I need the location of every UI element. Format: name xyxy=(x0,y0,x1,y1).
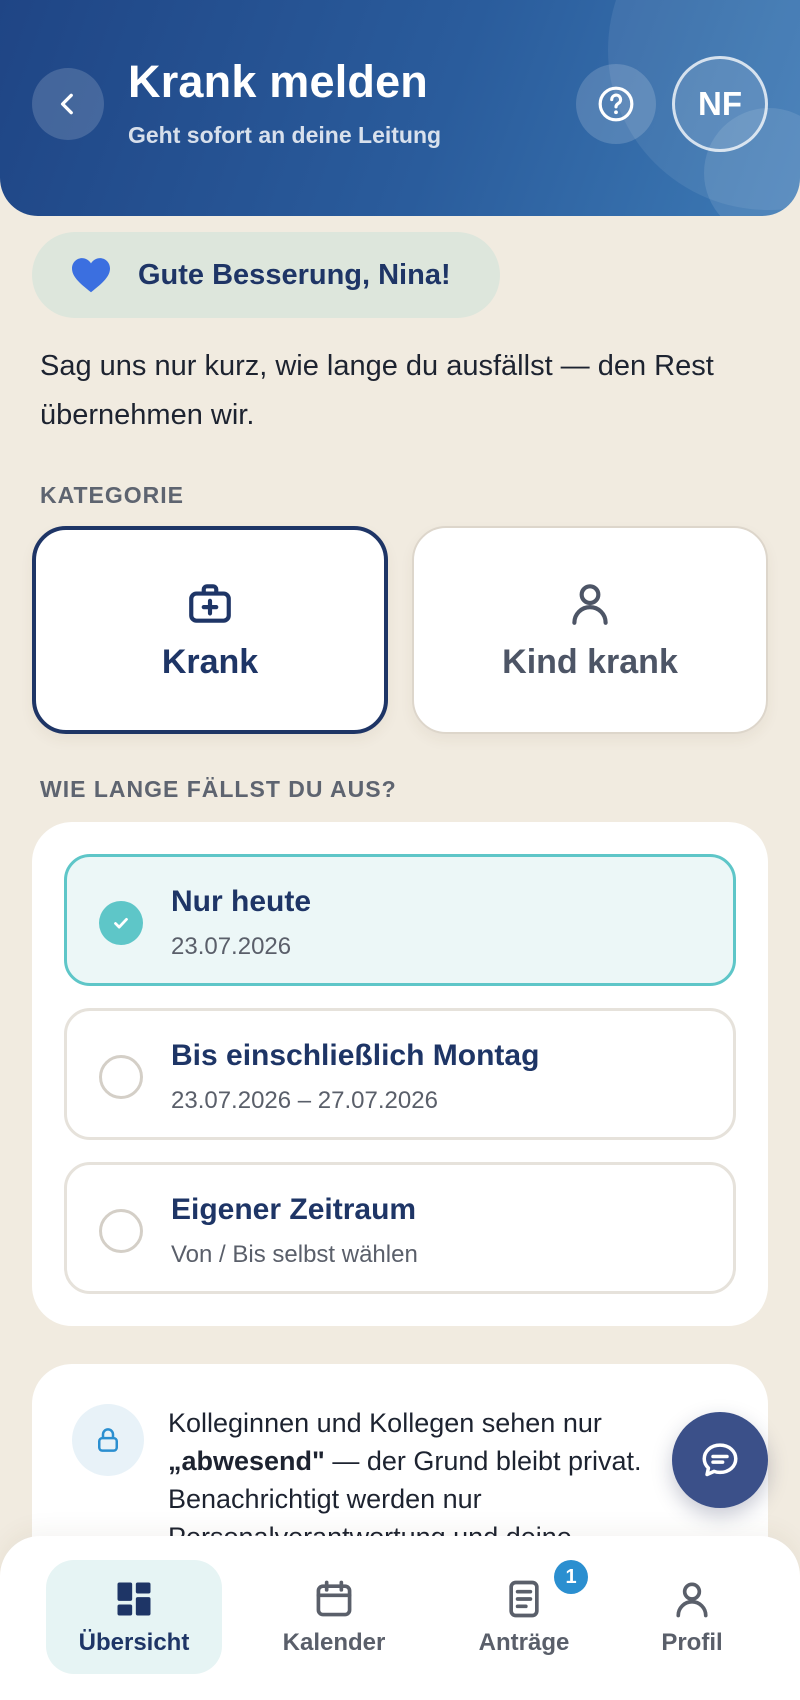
category-option-kind-krank[interactable]: Kind krank xyxy=(412,526,768,734)
duration-option-custom[interactable]: Eigener Zeitraum Von / Bis selbst wählen xyxy=(64,1162,736,1294)
nav-item-kalender[interactable]: Kalender xyxy=(254,1560,414,1674)
radio-checked[interactable] xyxy=(99,901,143,945)
check-icon xyxy=(114,917,128,929)
privacy-text: Kolleginnen und Kollegen sehen nur „abwe… xyxy=(168,1404,748,1556)
chat-bubble-icon xyxy=(702,1443,738,1477)
privacy-line: „abwesend" — der Grund bleibt privat. xyxy=(168,1442,748,1480)
option-subtitle: Von / Bis selbst wählen xyxy=(171,1241,418,1268)
privacy-line: Benachrichtigt werden nur xyxy=(168,1484,482,1514)
notification-badge: 1 xyxy=(554,1560,588,1594)
duration-option-until-monday[interactable]: Bis einschließlich Montag 23.07.2026 – 2… xyxy=(64,1008,736,1140)
nav-item-uebersicht[interactable]: Übersicht xyxy=(46,1560,222,1674)
privacy-line: Kolleginnen und Kollegen sehen nur xyxy=(168,1408,602,1438)
heart-icon xyxy=(72,258,110,293)
medical-kit-icon xyxy=(189,583,231,623)
option-title: Bis einschließlich Montag xyxy=(171,1039,540,1072)
option-subtitle: 23.07.2026 – 27.07.2026 xyxy=(171,1087,438,1114)
category-label-krank: Krank xyxy=(161,642,259,681)
duration-option-today[interactable]: Nur heute 23.07.2026 xyxy=(64,854,736,986)
nav-label: Anträge xyxy=(478,1629,570,1656)
calendar-icon xyxy=(316,1580,352,1617)
page-subtitle: Geht sofort an deine Leitung xyxy=(128,122,442,148)
back-button[interactable] xyxy=(32,68,104,140)
option-subtitle: 23.07.2026 xyxy=(171,933,292,960)
radio-unchecked[interactable] xyxy=(99,1055,143,1099)
duration-card: Nur heute 23.07.2026 Bis einschließlich … xyxy=(32,822,768,1326)
page-title: Krank melden xyxy=(128,56,428,107)
nav-item-antraege[interactable]: Anträge 1 xyxy=(444,1560,604,1674)
header: Krank melden Geht sofort an deine Leitun… xyxy=(0,0,800,216)
intro-text: Sag uns nur kurz, wie lange du ausfällst… xyxy=(40,350,714,431)
nav-label: Übersicht xyxy=(78,1629,190,1656)
chevron-left-icon xyxy=(60,93,73,115)
duration-label: WIE LANGE FÄLLST DU AUS? xyxy=(40,776,397,802)
category-label: KATEGORIE xyxy=(40,482,185,508)
nav-label: Profil xyxy=(661,1629,723,1656)
option-title: Nur heute xyxy=(171,885,312,918)
document-icon xyxy=(509,1580,539,1618)
nav-item-profil[interactable]: Profil xyxy=(620,1560,764,1674)
option-title: Eigener Zeitraum xyxy=(171,1193,417,1226)
bottom-nav: Übersicht Kalender Anträge 1 Profil xyxy=(0,1536,800,1700)
radio-unchecked[interactable] xyxy=(99,1209,143,1253)
person-icon xyxy=(676,1582,708,1618)
greeting-text: Gute Besserung, Nina! xyxy=(138,258,451,291)
avatar[interactable]: NF xyxy=(672,56,768,152)
dashboard-icon xyxy=(117,1582,151,1616)
lock-icon xyxy=(98,1428,118,1452)
question-circle-icon xyxy=(598,86,634,122)
category-option-krank[interactable]: Krank xyxy=(32,526,388,734)
greeting-banner: Gute Besserung, Nina! xyxy=(32,232,500,318)
privacy-highlight: „abwesend" xyxy=(168,1446,325,1476)
person-icon xyxy=(572,583,608,625)
chat-button[interactable] xyxy=(672,1412,768,1508)
nav-label: Kalender xyxy=(282,1629,386,1656)
lock-icon-wrap xyxy=(72,1404,144,1476)
category-label-kind-krank: Kind krank xyxy=(502,642,678,681)
help-button[interactable] xyxy=(576,64,656,144)
privacy-line-rest: — der Grund bleibt privat. xyxy=(324,1446,642,1476)
